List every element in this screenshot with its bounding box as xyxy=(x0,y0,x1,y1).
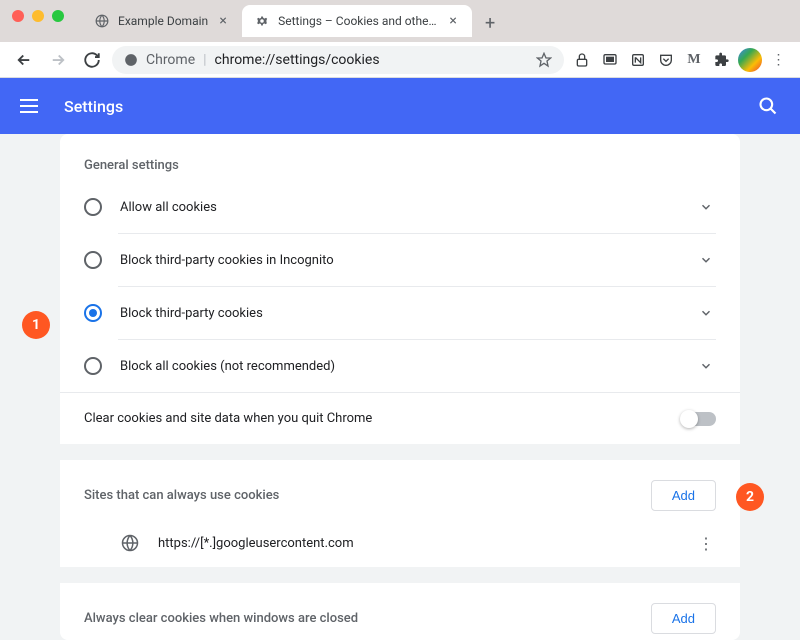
option-label: Block third-party cookies xyxy=(120,306,678,321)
browser-menu-button[interactable]: ⋮ xyxy=(766,48,790,72)
site-url-text: https://[*.]googleusercontent.com xyxy=(158,536,678,551)
option-label: Allow all cookies xyxy=(120,200,678,215)
option-block-incognito[interactable]: Block third-party cookies in Incognito xyxy=(60,234,740,286)
tab-title: Settings – Cookies and other s xyxy=(278,14,438,28)
chevron-down-icon[interactable] xyxy=(696,250,716,270)
lock-icon[interactable] xyxy=(570,48,594,72)
browser-tab-example[interactable]: Example Domain × xyxy=(82,5,242,37)
section-gap xyxy=(60,444,740,460)
close-icon[interactable]: × xyxy=(446,14,460,28)
chevron-down-icon[interactable] xyxy=(696,197,716,217)
clear-on-quit-row[interactable]: Clear cookies and site data when you qui… xyxy=(60,393,740,444)
browser-tab-settings[interactable]: Settings – Cookies and other s × xyxy=(242,5,472,37)
extensions-puzzle-icon[interactable] xyxy=(710,48,734,72)
tab-title: Example Domain xyxy=(118,14,208,28)
address-bar[interactable]: Chrome | chrome://settings/cookies xyxy=(112,46,564,74)
chevron-down-icon[interactable] xyxy=(696,356,716,376)
tab-strip: Example Domain × Settings – Cookies and … xyxy=(82,5,504,37)
option-label: Block all cookies (not recommended) xyxy=(120,359,678,374)
radio-icon[interactable] xyxy=(84,357,102,375)
window-titlebar: Example Domain × Settings – Cookies and … xyxy=(0,0,800,42)
window-close-button[interactable] xyxy=(12,10,24,22)
allow-section-heading: Sites that can always use cookies xyxy=(84,488,279,503)
secure-icon xyxy=(124,53,138,67)
window-fullscreen-button[interactable] xyxy=(52,10,64,22)
globe-icon xyxy=(94,13,110,29)
option-block-all[interactable]: Block all cookies (not recommended) xyxy=(60,340,740,392)
radio-icon[interactable] xyxy=(84,251,102,269)
section-gap xyxy=(60,567,740,583)
chevron-down-icon[interactable] xyxy=(696,303,716,323)
annotation-2: 2 xyxy=(736,483,764,511)
allowed-site-row[interactable]: https://[*.]googleusercontent.com ⋮ xyxy=(60,519,740,567)
settings-card: General settings Allow all cookies Block… xyxy=(60,134,740,640)
toggle-switch[interactable] xyxy=(682,412,716,426)
forward-button[interactable] xyxy=(44,46,72,74)
pocket-icon[interactable] xyxy=(654,48,678,72)
url-text: chrome://settings/cookies xyxy=(215,52,380,68)
back-button[interactable] xyxy=(10,46,38,74)
general-settings-heading: General settings xyxy=(60,134,740,181)
content-scroll-area[interactable]: General settings Allow all cookies Block… xyxy=(0,134,800,640)
url-divider: | xyxy=(203,52,206,68)
radio-icon[interactable] xyxy=(84,304,102,322)
allow-section-header: Sites that can always use cookies Add xyxy=(60,460,740,519)
clear-section-heading: Always clear cookies when windows are cl… xyxy=(84,611,358,626)
clear-section-header: Always clear cookies when windows are cl… xyxy=(60,583,740,640)
url-scheme: Chrome xyxy=(146,52,195,68)
add-allow-site-button[interactable]: Add xyxy=(651,480,716,511)
extension-icons: M ⋮ xyxy=(570,48,790,72)
search-icon[interactable] xyxy=(756,94,780,118)
gear-icon xyxy=(254,13,270,29)
option-label: Block third-party cookies in Incognito xyxy=(120,253,678,268)
option-allow-all[interactable]: Allow all cookies xyxy=(60,181,740,233)
settings-header-bar: Settings xyxy=(0,78,800,134)
hamburger-menu-icon[interactable] xyxy=(20,94,44,118)
close-icon[interactable]: × xyxy=(216,14,230,28)
page-title: Settings xyxy=(64,97,756,116)
toggle-label: Clear cookies and site data when you qui… xyxy=(84,411,664,426)
profile-avatar[interactable] xyxy=(738,48,762,72)
add-clear-site-button[interactable]: Add xyxy=(651,603,716,634)
option-block-third-party[interactable]: Block third-party cookies xyxy=(60,287,740,339)
notion-icon[interactable] xyxy=(626,48,650,72)
traffic-lights xyxy=(12,10,64,22)
window-minimize-button[interactable] xyxy=(32,10,44,22)
browser-toolbar: Chrome | chrome://settings/cookies M ⋮ xyxy=(0,42,800,78)
globe-icon xyxy=(120,533,140,553)
new-tab-button[interactable]: + xyxy=(476,9,504,37)
cast-icon[interactable] xyxy=(598,48,622,72)
extension-m-icon[interactable]: M xyxy=(682,48,706,72)
bookmark-star-icon[interactable] xyxy=(536,52,552,68)
annotation-1: 1 xyxy=(22,311,50,339)
more-menu-icon[interactable]: ⋮ xyxy=(696,533,716,553)
reload-button[interactable] xyxy=(78,46,106,74)
radio-icon[interactable] xyxy=(84,198,102,216)
